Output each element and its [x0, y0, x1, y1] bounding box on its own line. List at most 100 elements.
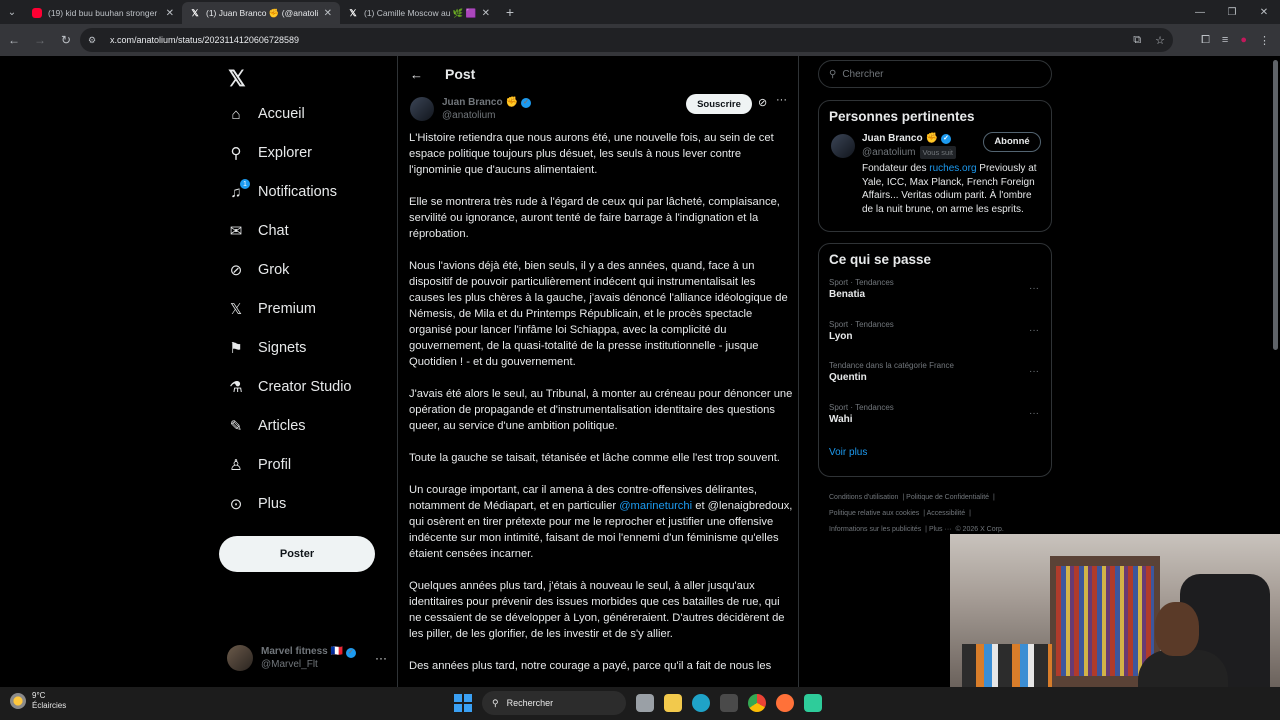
bell-icon: ♫ 1	[227, 179, 250, 201]
weather-widget[interactable]: 9°C Éclaircies	[10, 691, 66, 711]
taskbar-search-label: Rechercher	[506, 698, 554, 708]
trend-meta: Sport · Tendances	[829, 319, 894, 329]
footer-link[interactable]: Politique relative aux cookies	[829, 510, 919, 517]
main-column: ← Post Juan Branco ✊ ✓ @anatolium Souscrir…	[397, 56, 799, 687]
maximize-icon[interactable]: ❐	[1216, 0, 1248, 24]
edge-icon[interactable]	[692, 694, 710, 712]
reload-icon[interactable]: ↻	[54, 28, 78, 52]
close-window-icon[interactable]: ✕	[1248, 0, 1280, 24]
nav-item-profile[interactable]: ♙ Profil	[227, 451, 291, 479]
see-more-link[interactable]: Voir plus	[819, 441, 1051, 468]
trend-item[interactable]: Sport · Tendances Benatia ···	[819, 275, 1051, 317]
forward-icon[interactable]: →	[28, 28, 52, 52]
nav-item-creator-studio[interactable]: ⚗ Creator Studio	[227, 373, 351, 401]
tab-search-icon[interactable]: ⌄	[0, 0, 24, 24]
close-icon[interactable]: ✕	[324, 8, 332, 19]
relevant-user[interactable]: Juan Branco ✊ ✓ @anatolium Vous suit Fondat…	[819, 132, 1051, 226]
more-icon[interactable]: ···	[375, 651, 387, 665]
avatar[interactable]	[410, 97, 434, 121]
extensions-icon[interactable]: ⧠	[1201, 34, 1210, 47]
account-switcher[interactable]: Marvel fitness 🇫🇷 ✓ @Marvel_Flt ···	[227, 642, 387, 674]
nav-label: Chat	[258, 223, 289, 239]
windows-start-icon[interactable]	[454, 694, 472, 712]
trend-name: Benatia	[829, 289, 866, 300]
nav-item-explore[interactable]: ⚲ Explorer	[227, 139, 313, 167]
browser-tab-active[interactable]: 𝕏 (1) Juan Branco ✊ (@anatoliu ✕	[182, 2, 340, 24]
bookmark-icon: ⚑	[229, 340, 243, 357]
more-icon[interactable]: ···	[1029, 408, 1039, 419]
back-icon[interactable]: ←	[2, 28, 26, 52]
window-controls: — ❐ ✕	[1184, 0, 1280, 24]
bio-link[interactable]: ruches.org	[929, 163, 976, 174]
search-input[interactable]: ⚲ Chercher	[818, 60, 1052, 88]
app-icon[interactable]	[804, 694, 822, 712]
x-icon: 𝕏	[191, 7, 199, 18]
task-view-icon[interactable]	[636, 694, 654, 712]
trend-item[interactable]: Sport · Tendances Lyon ···	[819, 317, 1051, 359]
more-icon[interactable]: ···	[1029, 366, 1039, 377]
scrollbar[interactable]	[1273, 60, 1278, 350]
x-logo-icon[interactable]: 𝕏	[228, 66, 246, 92]
footer-link[interactable]: Politique de Confidentialité	[906, 494, 989, 501]
cast-icon[interactable]: ⧉	[1133, 34, 1141, 47]
footer-link[interactable]: Plus ···	[929, 526, 952, 533]
grok-icon[interactable]: ⊘	[758, 96, 767, 109]
more-icon[interactable]: ···	[1029, 283, 1039, 294]
profile-icon[interactable]: ●	[1240, 34, 1247, 46]
bookmark-star-icon[interactable]: ☆	[1155, 34, 1165, 47]
close-icon[interactable]: ✕	[482, 8, 490, 19]
menu-icon[interactable]: ⋮	[1259, 34, 1270, 47]
firefox-icon[interactable]	[776, 694, 794, 712]
browser-tab[interactable]: 𝕏 (1) Camille Moscow au 🌿 🟪 - ✕	[340, 2, 498, 24]
nav-label: Accueil	[258, 106, 305, 122]
subscribe-button[interactable]: Souscrire	[686, 94, 752, 114]
post-paragraph: Quelques années plus tard, j'étais à nou…	[409, 580, 785, 640]
nav-item-grok[interactable]: ⊘ Grok	[227, 256, 290, 284]
footer-link[interactable]: Informations sur les publicités	[829, 526, 921, 533]
search-icon: ⚲	[492, 697, 499, 708]
trend-item[interactable]: Tendance dans la catégorie France Quenti…	[819, 358, 1051, 400]
more-icon[interactable]: ···	[1029, 325, 1039, 336]
user-handle: @anatolium	[862, 146, 916, 158]
trend-item[interactable]: Sport · Tendances Wahi ···	[819, 400, 1051, 442]
verified-icon: ✓	[941, 133, 952, 144]
nav-label: Grok	[258, 262, 290, 278]
nav-item-notifications[interactable]: ♫ 1 Notifications	[227, 178, 337, 206]
nav-item-articles[interactable]: ✎ Articles	[227, 412, 306, 440]
new-tab-button[interactable]: +	[498, 4, 522, 20]
nav-item-home[interactable]: ⌂ Accueil	[227, 100, 305, 128]
bio-segment: Fondateur des	[862, 163, 930, 174]
author-name[interactable]: Juan Branco	[442, 96, 503, 109]
windows-taskbar: 9°C Éclaircies ⚲ Rechercher	[0, 687, 1280, 720]
address-bar[interactable]: ⚙ x.com/anatolium/status/202311412060672…	[80, 28, 1173, 52]
avatar[interactable]	[831, 134, 855, 158]
post-button[interactable]: Poster	[219, 536, 375, 572]
taskbar-search[interactable]: ⚲ Rechercher	[482, 691, 626, 715]
file-explorer-icon[interactable]	[664, 694, 682, 712]
post-paragraph: Des années plus tard, notre courage a pa…	[409, 660, 772, 672]
user-name[interactable]: Juan Branco	[862, 132, 923, 146]
footer-link[interactable]: Conditions d'utilisation	[829, 494, 898, 501]
account-handle: @Marvel_Flt	[261, 659, 318, 670]
verified-icon: ✓	[521, 97, 532, 108]
minimize-icon[interactable]: —	[1184, 0, 1216, 24]
chrome-icon[interactable]	[748, 694, 766, 712]
nav-item-chat[interactable]: ✉ Chat	[227, 217, 289, 245]
follows-you-badge: Vous suit	[919, 145, 956, 159]
mention-link[interactable]: @marineturchi	[619, 500, 692, 512]
site-info-icon[interactable]: ⚙	[88, 35, 102, 46]
following-button[interactable]: Abonné	[983, 132, 1041, 152]
close-icon[interactable]: ✕	[166, 8, 174, 19]
verified-icon: ✓	[345, 647, 356, 658]
back-arrow-icon[interactable]: ←	[410, 67, 423, 82]
nav-item-premium[interactable]: 𝕏 Premium	[227, 295, 316, 323]
media-icon[interactable]: ≡	[1222, 34, 1228, 46]
store-icon[interactable]	[720, 694, 738, 712]
nav-item-bookmarks[interactable]: ⚑ Signets	[227, 334, 306, 362]
nav-item-more[interactable]: ⊙ Plus	[227, 490, 287, 518]
more-icon[interactable]: ···	[776, 94, 787, 106]
footer-link[interactable]: Accessibilité	[927, 510, 966, 517]
author-handle[interactable]: @anatolium	[442, 109, 531, 122]
browser-tab[interactable]: (19) kid buu buuhan stronger - ✕	[24, 2, 182, 24]
youtube-icon	[32, 8, 42, 18]
